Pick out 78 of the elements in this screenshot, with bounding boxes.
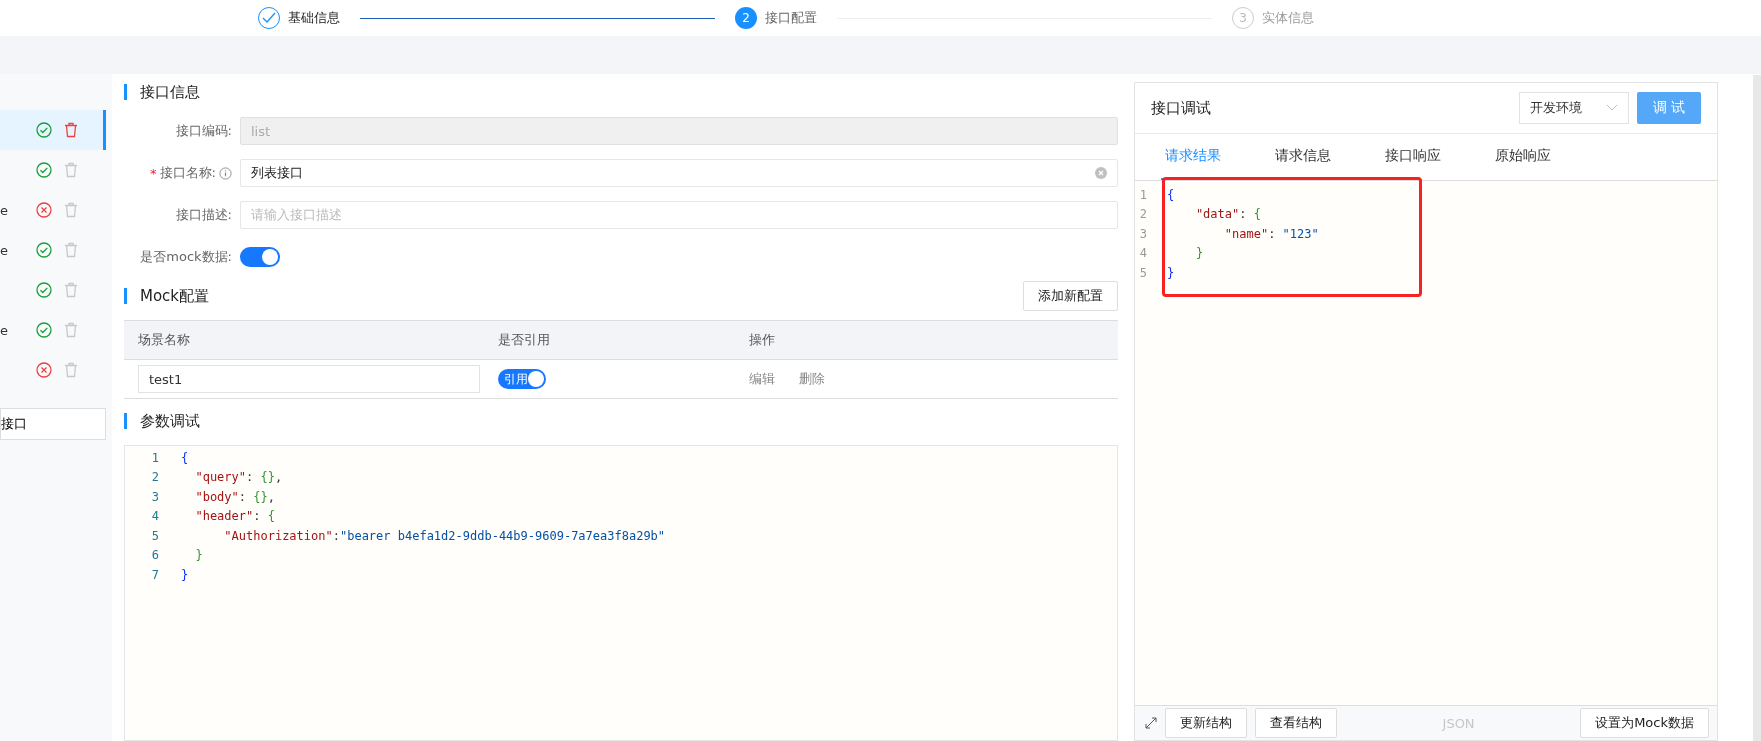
action-link[interactable]: 编辑: [749, 371, 775, 386]
column-header: 场景名称: [124, 320, 484, 360]
line-number: 5: [150, 528, 160, 543]
code-line: "Authorization":"bearer b4efa1d2-9ddb-44b9-9609-7a7ea3f8a29b": [223, 528, 666, 543]
sidebar-item[interactable]: e: [0, 230, 106, 270]
check-circle-icon: [36, 122, 52, 138]
code-line: {: [1167, 187, 1175, 202]
panel-title: 接口调试: [1151, 98, 1212, 118]
tab[interactable]: 接口响应: [1381, 134, 1491, 180]
add-config-button[interactable]: 添加新配置: [1023, 281, 1118, 311]
trash-icon[interactable]: [64, 242, 78, 258]
field-label: 是否mock数据:: [140, 248, 232, 266]
line-number: 3: [1138, 226, 1148, 241]
line-number: 2: [1138, 207, 1148, 222]
step-label: 基础信息: [288, 9, 340, 27]
step-indicator: 2: [735, 7, 757, 29]
trash-icon[interactable]: [64, 282, 78, 298]
code-line: }: [194, 548, 203, 563]
scene-name-field[interactable]: test1: [138, 365, 480, 393]
environment-select[interactable]: 开发环境: [1519, 92, 1629, 124]
info-icon: [219, 166, 232, 180]
trash-icon[interactable]: [64, 202, 78, 218]
add-interface-button[interactable]: 接口: [0, 408, 106, 440]
section-title: 参数调试: [124, 413, 200, 429]
code-line: }: [181, 567, 189, 582]
mock-toggle[interactable]: [240, 247, 280, 267]
field-label: 接口编码:: [175, 122, 232, 140]
code-line: {: [181, 450, 189, 465]
code-line: }: [1194, 246, 1204, 261]
line-number: 1: [150, 450, 160, 465]
check-circle-icon: [36, 322, 52, 338]
reference-toggle[interactable]: 引用: [498, 369, 546, 389]
tab[interactable]: 请求信息: [1271, 134, 1381, 180]
trash-icon[interactable]: [64, 122, 78, 138]
check-circle-icon: [36, 162, 52, 178]
code-editor[interactable]: 1 { 2 "query": {}, 3 "body": {}, 4 "header": { 5 "Authorization":"bearer b4efa1d2-9ddb-44b9-9609-7a7ea3f8a29b" 6 } 7 }: [124, 445, 1118, 741]
line-number: 4: [1138, 246, 1148, 261]
error-circle-icon: [36, 362, 52, 378]
field-label: 接口名称:: [159, 164, 216, 182]
code-line: "header": {: [194, 509, 275, 524]
structure-button[interactable]: 更新结构: [1165, 708, 1247, 738]
field-label: 接口描述:: [175, 206, 232, 224]
code-line: }: [1167, 265, 1175, 280]
chevron-down-icon: [1606, 104, 1618, 112]
line-number: 4: [150, 509, 160, 524]
line-number: 6: [150, 548, 160, 563]
line-number: 2: [150, 470, 160, 485]
section-title: 接口信息: [124, 84, 200, 100]
sidebar-item[interactable]: e: [0, 310, 106, 350]
code-line: "data": {: [1194, 207, 1261, 222]
line-number: 5: [1138, 265, 1148, 280]
line-number: 7: [150, 567, 160, 582]
line-number: 1: [1138, 187, 1148, 202]
set-mock-button[interactable]: 设置为Mock数据: [1580, 708, 1709, 738]
trash-icon[interactable]: [64, 362, 78, 378]
expand-icon[interactable]: [1145, 717, 1157, 729]
trash-icon[interactable]: [64, 162, 78, 178]
input-field[interactable]: 列表接口: [240, 159, 1118, 187]
column-header: 操作: [735, 320, 1118, 360]
sidebar-item[interactable]: [0, 110, 106, 150]
code-line: "body": {},: [194, 489, 275, 504]
check-circle-icon: [36, 242, 52, 258]
structure-button[interactable]: 查看结构: [1255, 708, 1337, 738]
code-line: "name": "123": [1223, 226, 1319, 241]
code-line: "query": {},: [194, 470, 283, 485]
error-circle-icon: [36, 202, 52, 218]
tab[interactable]: 原始响应: [1491, 134, 1601, 180]
step-label: 实体信息: [1262, 9, 1314, 27]
section-title: Mock配置: [124, 288, 210, 304]
required-mark: *: [150, 165, 157, 181]
clear-icon[interactable]: [1095, 167, 1107, 179]
sidebar-item[interactable]: e: [0, 190, 106, 230]
step-label: 接口配置: [765, 9, 817, 27]
check-circle-icon: [36, 282, 52, 298]
line-number: 3: [150, 489, 160, 504]
action-link[interactable]: 删除: [799, 371, 825, 386]
column-header: 是否引用: [484, 320, 735, 360]
trash-icon[interactable]: [64, 322, 78, 338]
